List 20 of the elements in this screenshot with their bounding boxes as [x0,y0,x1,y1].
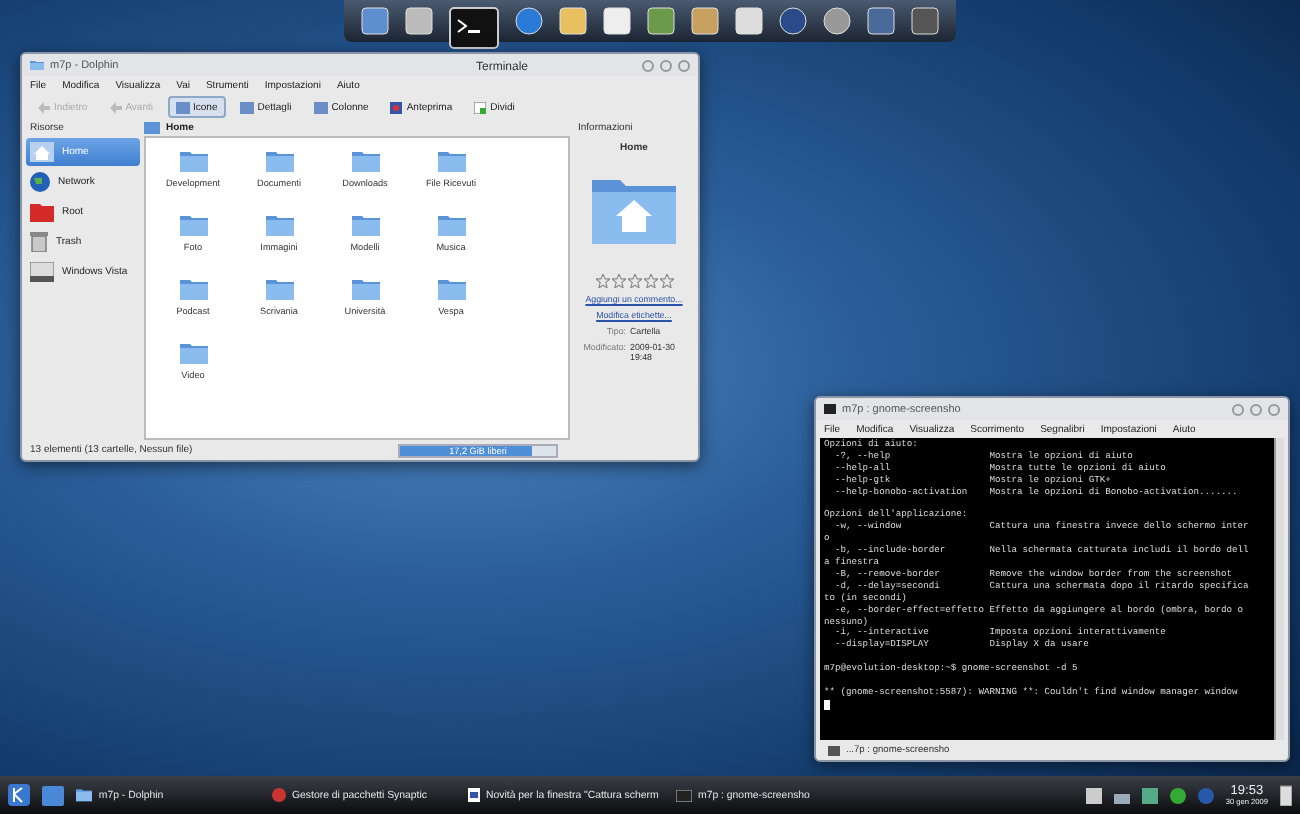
terminal-icon [828,745,840,755]
star-rating[interactable] [595,274,673,288]
arrow-icon [38,101,50,113]
arrow-icon [109,101,122,113]
terminal-icon[interactable] [447,5,500,49]
text-cursor [824,699,830,710]
launcher-icon [8,784,30,806]
terminal-icon [676,789,692,801]
drive-icon [30,262,54,282]
scrollbar[interactable] [1274,438,1284,740]
battery-icon [1280,784,1292,806]
terminal-icon [824,404,836,414]
view-icon [175,101,189,113]
home-icon [30,142,54,162]
app-icon [30,59,44,71]
split-icon [474,101,487,113]
view-icon [239,101,254,113]
home-folder-icon [592,176,676,244]
view-icon [313,101,328,113]
home-icon [144,122,160,134]
